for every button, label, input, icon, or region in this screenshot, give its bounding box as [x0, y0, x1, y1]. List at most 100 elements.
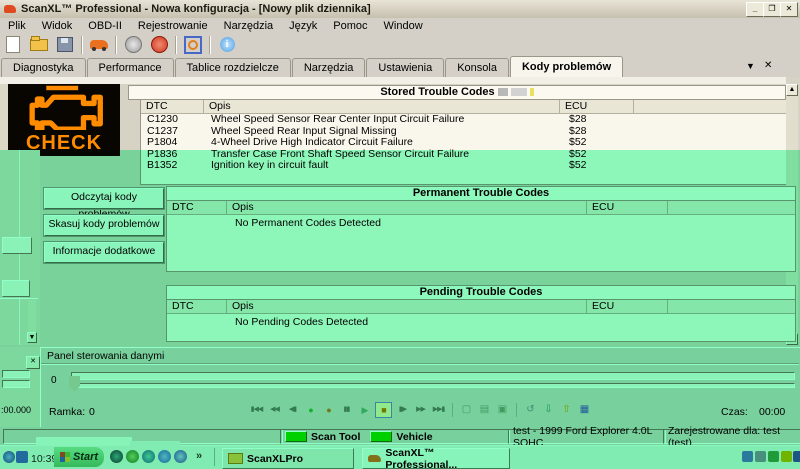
grid-button[interactable]: ▦	[577, 403, 592, 417]
quick-launch-icon[interactable]	[142, 450, 155, 463]
title-bar[interactable]: ScanXL™ Professional - Nowa konfiguracja…	[0, 0, 800, 18]
tab-tablice-rozdzielcze[interactable]: Tablice rozdzielcze	[175, 58, 291, 77]
column-opis[interactable]: Opis	[227, 201, 587, 214]
go-first-button[interactable]: ▮◀◀	[249, 403, 264, 417]
taskbar-button-scanxl[interactable]: ScanXL™ Professional...	[362, 448, 510, 469]
table-row[interactable]: C1230 Wheel Speed Sensor Rear Center Inp…	[141, 114, 787, 126]
tab-kody-problemow[interactable]: Kody problemów	[510, 56, 623, 77]
menu-window[interactable]: Window	[376, 20, 431, 32]
column-dtc[interactable]: DTC	[167, 201, 227, 214]
go-last-button[interactable]: ▶▶▮	[431, 403, 446, 417]
cell-ecu: $28	[563, 114, 637, 126]
menu-obd[interactable]: OBD-II	[80, 20, 130, 32]
quick-launch-icon[interactable]	[110, 450, 123, 463]
column-ecu[interactable]: ECU	[587, 300, 668, 313]
tray-shield-icon[interactable]	[768, 451, 779, 462]
revert-button[interactable]: ↺	[523, 403, 538, 417]
rewind-button[interactable]: ◀◀	[267, 403, 282, 417]
menu-plik[interactable]: Plik	[0, 20, 34, 32]
import-button[interactable]: ⇧	[559, 403, 574, 417]
dashboards-button[interactable]	[180, 34, 206, 55]
menu-jezyk[interactable]: Język	[281, 20, 325, 32]
playback-separator	[452, 403, 453, 417]
play-button[interactable]: ▶	[357, 403, 372, 417]
connect-button[interactable]	[120, 34, 146, 55]
cell-ecu: $52	[563, 160, 637, 172]
time-label: Czas:	[721, 406, 748, 418]
tray-network-icon[interactable]	[3, 451, 15, 463]
table-row[interactable]: B1352 Ignition key in circuit fault $52	[141, 160, 787, 172]
tray-device-icon[interactable]	[755, 451, 766, 462]
quick-launch-icon[interactable]	[158, 450, 171, 463]
no-pending-codes-text: No Pending Codes Detected	[229, 317, 368, 329]
cell-dtc: C1237	[141, 126, 205, 138]
tab-konsola[interactable]: Konsola	[445, 58, 509, 77]
export-button[interactable]: ⇩	[541, 403, 556, 417]
menu-pomoc[interactable]: Pomoc	[325, 20, 375, 32]
slider-thumb[interactable]	[69, 376, 80, 392]
column-opis[interactable]: Opis	[227, 300, 587, 313]
tab-scroll-dropdown[interactable]: ▼	[746, 61, 755, 71]
tab-ustawienia[interactable]: Ustawienia	[366, 58, 444, 77]
save-log-button[interactable]: ▣	[495, 403, 510, 417]
column-dtc[interactable]: DTC	[141, 100, 204, 113]
connect-plug-icon	[125, 36, 142, 53]
quick-launch-icon[interactable]	[126, 450, 139, 463]
step-back-button[interactable]: ◀▮	[285, 403, 300, 417]
tab-close-button[interactable]: ✕	[764, 60, 772, 71]
tray-layout-icon[interactable]	[16, 451, 28, 463]
disconnect-button[interactable]	[146, 34, 172, 55]
vehicle-status-led	[370, 431, 392, 442]
new-log-button[interactable]: ▢	[459, 403, 474, 417]
start-button[interactable]: Start	[54, 447, 104, 467]
vehicle-manager-button[interactable]	[86, 34, 112, 55]
quick-launch-icon[interactable]	[174, 450, 187, 463]
about-button[interactable]: i	[214, 34, 240, 55]
column-dtc[interactable]: DTC	[167, 300, 227, 313]
menu-widok[interactable]: Widok	[34, 20, 81, 32]
tray-monitor-icon[interactable]	[793, 451, 800, 462]
taskbar-divider	[214, 448, 215, 466]
table-row[interactable]: P1836 Transfer Case Front Shaft Speed Se…	[141, 149, 787, 161]
new-file-button[interactable]	[0, 34, 26, 55]
slider-track-lower[interactable]	[71, 383, 795, 388]
step-forward-button[interactable]: ▮▶	[395, 403, 410, 417]
minimize-button[interactable]: _	[746, 2, 764, 17]
menu-rejestrowanie[interactable]: Rejestrowanie	[130, 20, 216, 32]
pending-codes-title: Pending Trouble Codes	[420, 286, 543, 298]
tab-narzedzia[interactable]: Narzędzia	[292, 58, 366, 77]
clear-codes-button[interactable]: Skasuj kody problemów	[44, 215, 164, 236]
cell-dtc: P1804	[141, 137, 205, 149]
column-ecu[interactable]: ECU	[587, 201, 668, 214]
restore-button[interactable]: ❐	[763, 2, 781, 17]
taskbar-button-scanxlpro[interactable]: ScanXLPro	[222, 448, 354, 469]
tab-performance[interactable]: Performance	[87, 58, 174, 77]
column-ecu[interactable]: ECU	[560, 100, 634, 113]
additional-info-button[interactable]: Informacje dodatkowe	[44, 242, 164, 263]
app-icon	[4, 5, 16, 13]
empty-row: No Permanent Codes Detected	[167, 218, 795, 230]
stored-codes-table: DTC Opis ECU C1230 Wheel Speed Sensor Re…	[140, 99, 788, 185]
scroll-up-icon[interactable]: ▲	[786, 84, 798, 96]
fast-forward-button[interactable]: ▶▶	[413, 403, 428, 417]
tray-display-icon[interactable]	[742, 451, 753, 462]
menu-narzedzia[interactable]: Narzędzia	[216, 20, 282, 32]
record-button[interactable]: ●	[303, 403, 318, 417]
table-row[interactable]: C1237 Wheel Speed Rear Input Signal Miss…	[141, 126, 787, 138]
table-row[interactable]: P1804 4-Wheel Drive High Indicator Circu…	[141, 137, 787, 149]
slider-track-upper[interactable]	[71, 372, 795, 380]
stop-button[interactable]: ■	[375, 402, 392, 418]
close-button[interactable]: ✕	[780, 2, 798, 17]
tab-diagnostyka[interactable]: Diagnostyka	[1, 58, 86, 77]
taskbar-button-label: ScanXLPro	[247, 453, 303, 465]
read-codes-button[interactable]: Odczytaj kody problemów	[44, 188, 164, 209]
snapshot-button[interactable]: ●	[321, 403, 336, 417]
open-file-button[interactable]	[26, 34, 52, 55]
stored-codes-column-header: DTC Opis ECU	[141, 100, 787, 114]
pause-button[interactable]: ▮▮	[339, 403, 354, 417]
tray-volume-icon[interactable]	[781, 451, 792, 462]
quick-launch-overflow[interactable]: »	[196, 450, 202, 462]
column-opis[interactable]: Opis	[204, 100, 560, 113]
save-file-button[interactable]	[52, 34, 78, 55]
open-log-button[interactable]: ▤	[477, 403, 492, 417]
